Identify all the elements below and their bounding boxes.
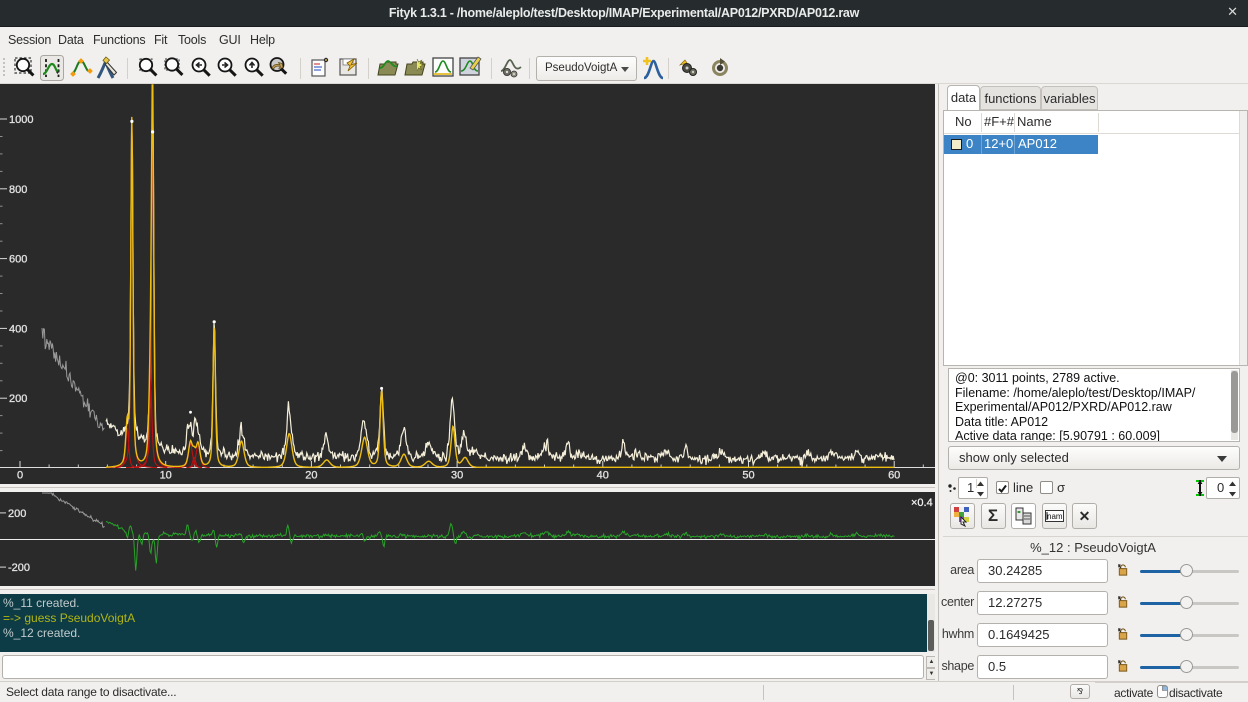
svg-text:60: 60	[888, 470, 900, 482]
svg-text:50: 50	[742, 470, 754, 482]
svg-text:-200: -200	[8, 562, 30, 574]
svg-text:10: 10	[160, 470, 172, 482]
svg-text:20: 20	[305, 470, 317, 482]
svg-text:40: 40	[597, 470, 609, 482]
svg-text:×0.4: ×0.4	[911, 497, 933, 509]
svg-text:30: 30	[451, 470, 463, 482]
svg-text:200: 200	[9, 393, 27, 405]
svg-text:0: 0	[17, 470, 23, 482]
svg-text:400: 400	[9, 323, 27, 335]
svg-text:800: 800	[9, 184, 27, 196]
svg-text:1000: 1000	[9, 114, 33, 126]
svg-text:nam: nam	[1047, 512, 1063, 521]
svg-text:600: 600	[9, 254, 27, 266]
svg-text:200: 200	[8, 508, 26, 520]
